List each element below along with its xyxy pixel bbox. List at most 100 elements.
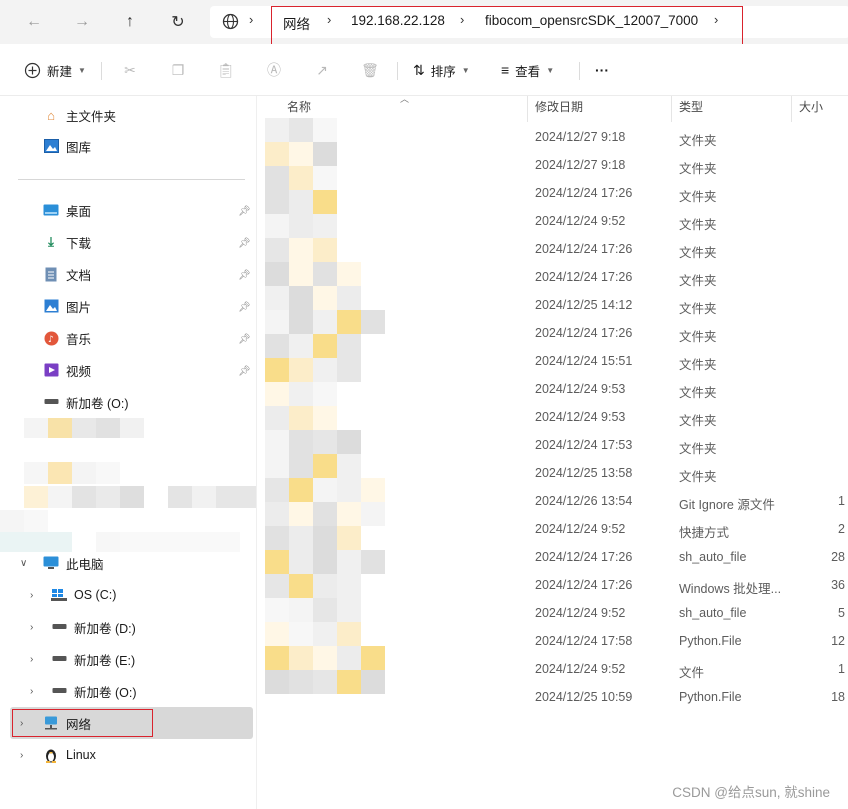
sidebar-item-label: 主文件夹 bbox=[66, 109, 117, 124]
delete-icon[interactable]: 🗑︎ bbox=[360, 60, 380, 80]
divider bbox=[18, 179, 245, 180]
sidebar-item-label: 桌面 bbox=[66, 204, 92, 219]
penguin-icon bbox=[42, 746, 60, 764]
highlight-box bbox=[271, 6, 743, 48]
table-row[interactable]: 2024/12/24 9:52 sh_auto_file 5 bbox=[257, 600, 848, 628]
sidebar-item-drive-d[interactable]: 新加卷 (D:) bbox=[50, 613, 136, 641]
chevron-right-icon[interactable]: › bbox=[30, 590, 33, 601]
table-row[interactable]: 2024/12/24 17:26 sh_auto_file 28 bbox=[257, 544, 848, 572]
view-button[interactable]: ≡ 查看 ▼ bbox=[501, 58, 554, 82]
file-size: 2 bbox=[838, 522, 845, 536]
column-header-date[interactable]: 修改日期 bbox=[535, 98, 583, 120]
table-row[interactable]: 2024/12/25 14:12 文件夹 bbox=[257, 292, 848, 320]
rename-icon[interactable]: Ⓐ bbox=[264, 60, 284, 80]
sidebar-item-this-pc[interactable]: 此电脑 bbox=[42, 549, 104, 577]
view-icon: ≡ bbox=[501, 62, 510, 78]
table-row[interactable]: 2024/12/24 17:26 文件夹 bbox=[257, 236, 848, 264]
chevron-right-icon[interactable]: › bbox=[30, 622, 33, 633]
pin-icon[interactable]: 📌︎ bbox=[238, 238, 251, 249]
table-row[interactable]: 2024/12/27 9:18 文件夹 bbox=[257, 124, 848, 152]
table-row[interactable]: 2024/12/24 17:26 文件夹 bbox=[257, 180, 848, 208]
table-row[interactable]: 2024/12/24 9:53 文件夹 bbox=[257, 404, 848, 432]
sidebar-item-documents[interactable]: 文档 bbox=[42, 260, 91, 288]
sidebar-item-downloads[interactable]: ⤓ 下载 bbox=[42, 228, 91, 256]
paste-icon[interactable]: 📋︎ bbox=[216, 60, 236, 80]
cut-icon[interactable]: ✂ bbox=[120, 60, 140, 80]
sidebar-item-label: 下载 bbox=[66, 236, 92, 251]
pin-icon[interactable]: 📌︎ bbox=[238, 366, 251, 377]
home-icon: ⌂ bbox=[47, 107, 55, 123]
drive-icon bbox=[50, 650, 68, 668]
sidebar-item-network[interactable]: 网络 bbox=[42, 709, 91, 737]
file-type: 文件夹 bbox=[679, 190, 717, 204]
table-row[interactable]: 2024/12/24 17:58 Python.File 12 bbox=[257, 628, 848, 656]
file-type: 文件夹 bbox=[679, 358, 717, 372]
sidebar-item-label: 此电脑 bbox=[66, 557, 104, 572]
column-divider[interactable] bbox=[791, 96, 792, 122]
chevron-right-icon[interactable]: › bbox=[30, 686, 33, 697]
sidebar-item-desktop[interactable]: 桌面 bbox=[42, 196, 91, 224]
pin-icon[interactable]: 📌︎ bbox=[238, 334, 251, 345]
sidebar-item-pictures[interactable]: 图片 bbox=[42, 292, 91, 320]
column-header-name[interactable]: 名称 bbox=[287, 98, 311, 120]
globe-icon bbox=[220, 11, 240, 31]
file-type: 文件 bbox=[679, 666, 705, 680]
chevron-right-icon[interactable]: › bbox=[30, 654, 33, 665]
chevron-right-icon[interactable]: › bbox=[20, 718, 23, 729]
pin-icon[interactable]: 📌︎ bbox=[238, 302, 251, 313]
file-type: 文件夹 bbox=[679, 218, 717, 232]
table-row[interactable]: 2024/12/24 9:53 文件夹 bbox=[257, 376, 848, 404]
sidebar-item-drive-o[interactable]: 新加卷 (O:) bbox=[50, 677, 137, 705]
chevron-right-icon[interactable]: › bbox=[249, 12, 253, 27]
sidebar-item-home[interactable]: ⌂ 主文件夹 bbox=[42, 101, 116, 129]
sidebar-item-label: 图片 bbox=[66, 300, 92, 315]
sidebar-item-linux[interactable]: Linux bbox=[42, 741, 96, 769]
file-type: Python.File bbox=[679, 634, 742, 648]
forward-icon[interactable]: → bbox=[66, 8, 98, 36]
table-row[interactable]: 2024/12/24 9:52 快捷方式 2 bbox=[257, 516, 848, 544]
sidebar-item-drive-o-quick[interactable]: 新加卷 (O:) bbox=[42, 388, 129, 416]
refresh-icon[interactable]: ↻ bbox=[162, 8, 194, 36]
back-icon[interactable]: ← bbox=[18, 8, 50, 36]
sidebar-item-music[interactable]: ♪ 音乐 bbox=[42, 324, 91, 352]
download-icon: ⤓ bbox=[48, 234, 54, 249]
table-row[interactable]: 2024/12/26 13:54 Git Ignore 源文件 1 bbox=[257, 488, 848, 516]
file-type: Windows 批处理... bbox=[679, 582, 782, 596]
table-row[interactable]: 2024/12/25 13:58 文件夹 bbox=[257, 460, 848, 488]
column-divider[interactable] bbox=[671, 96, 672, 122]
share-icon[interactable]: ↗ bbox=[312, 60, 332, 80]
table-row[interactable]: 2024/12/24 9:52 文件 1 bbox=[257, 656, 848, 684]
divider bbox=[579, 62, 580, 80]
table-row[interactable]: 2024/12/24 17:26 文件夹 bbox=[257, 264, 848, 292]
table-row[interactable]: 2024/12/24 15:51 文件夹 bbox=[257, 348, 848, 376]
file-date: 2024/12/24 17:26 bbox=[535, 578, 633, 592]
copy-icon[interactable]: ❐ bbox=[168, 60, 188, 80]
new-button[interactable]: 新建 ▼ bbox=[24, 58, 86, 82]
table-row[interactable]: 2024/12/24 17:53 文件夹 bbox=[257, 432, 848, 460]
table-row[interactable]: 2024/12/25 10:59 Python.File 18 bbox=[257, 684, 848, 712]
file-size: 1 bbox=[838, 662, 845, 676]
chevron-right-icon[interactable]: › bbox=[20, 750, 23, 761]
table-row[interactable]: 2024/12/24 17:26 文件夹 bbox=[257, 320, 848, 348]
sidebar-item-drive-e[interactable]: 新加卷 (E:) bbox=[50, 645, 135, 673]
column-header-size[interactable]: 大小 bbox=[799, 98, 823, 120]
column-header-type[interactable]: 类型 bbox=[679, 98, 703, 120]
sidebar-item-label: 图库 bbox=[66, 140, 92, 155]
sort-button[interactable]: ⇅ 排序 ▼ bbox=[413, 58, 470, 82]
column-divider[interactable] bbox=[527, 96, 528, 122]
pin-icon[interactable]: 📌︎ bbox=[238, 206, 251, 217]
table-row[interactable]: 2024/12/24 17:26 Windows 批处理... 36 bbox=[257, 572, 848, 600]
sidebar-item-videos[interactable]: 视频 bbox=[42, 356, 91, 384]
up-icon[interactable]: ↑ bbox=[114, 8, 146, 36]
sidebar-item-drive-c[interactable]: OS (C:) bbox=[50, 581, 116, 609]
file-size: 36 bbox=[831, 578, 845, 592]
sidebar-item-label: 网络 bbox=[66, 717, 92, 732]
more-options-button[interactable]: ··· bbox=[595, 58, 609, 82]
table-row[interactable]: 2024/12/24 9:52 文件夹 bbox=[257, 208, 848, 236]
file-date: 2024/12/24 17:53 bbox=[535, 438, 633, 452]
gallery-icon bbox=[42, 137, 60, 155]
table-row[interactable]: 2024/12/27 9:18 文件夹 bbox=[257, 152, 848, 180]
pin-icon[interactable]: 📌︎ bbox=[238, 270, 251, 281]
chevron-down-icon[interactable]: ∨ bbox=[20, 558, 27, 569]
sidebar-item-gallery[interactable]: 图库 bbox=[42, 132, 91, 160]
